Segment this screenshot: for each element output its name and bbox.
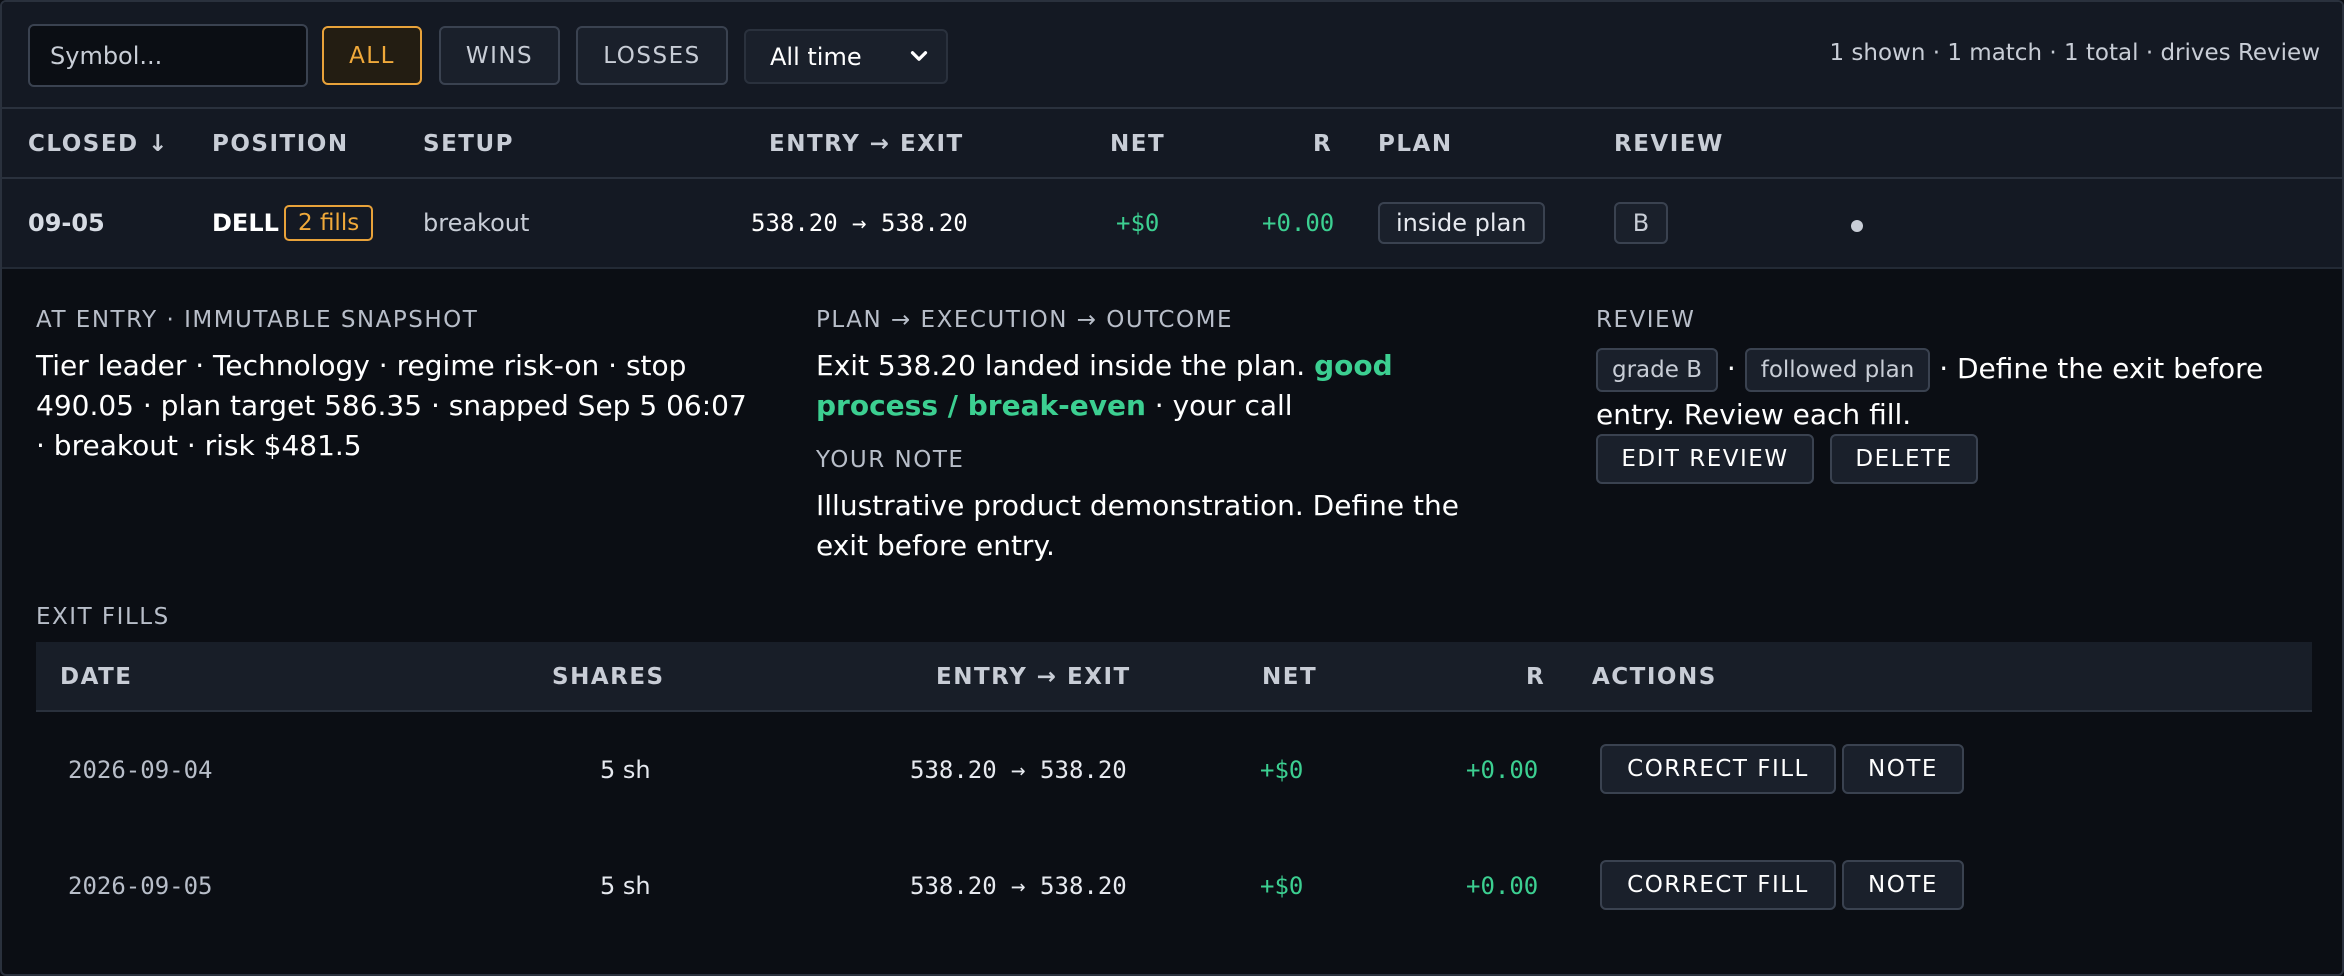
row-indicator-dot: [1851, 220, 1863, 232]
snapshot-text: Tier leader · Technology · regime risk-o…: [36, 349, 747, 462]
column-plan: PLAN: [1378, 131, 1453, 157]
correct-fill-button[interactable]: CORRECT FILL: [1600, 744, 1836, 794]
chevron-down-icon: [910, 51, 928, 61]
note-text: Illustrative product demonstration. Defi…: [816, 489, 1459, 562]
fills-column-r: R: [1526, 664, 1546, 690]
filter-wins-button[interactable]: WINS: [439, 26, 560, 85]
filter-all-button[interactable]: ALL: [322, 26, 422, 85]
fill-note-button[interactable]: NOTE: [1842, 744, 1964, 794]
note-label: YOUR NOTE: [816, 447, 965, 473]
fill-net: +$0: [1260, 756, 1304, 784]
fill-note-button[interactable]: NOTE: [1842, 860, 1964, 910]
fills-column-net: NET: [1262, 664, 1318, 690]
results-status: 1 shown · 1 match · 1 total · drives Rev…: [1829, 40, 2320, 66]
fill-net: +$0: [1260, 872, 1304, 900]
filter-losses-button[interactable]: LOSSES: [576, 26, 728, 85]
fill-row: 2026-09-05 5 sh 538.20 → 538.20 +$0 +0.0…: [36, 828, 2312, 944]
table-row[interactable]: 09-05 DELL 2 fills breakout 538.20 → 538…: [2, 179, 2342, 269]
fill-date: 2026-09-04: [68, 756, 213, 784]
column-net: NET: [1110, 131, 1166, 157]
exit-fills-label: EXIT FILLS: [36, 604, 170, 630]
symbol-search-input[interactable]: [28, 24, 308, 87]
trades-table-header: CLOSED ↓ POSITION SETUP ENTRY → EXIT NET…: [2, 109, 2342, 179]
review-grade-tag: grade B: [1596, 348, 1718, 392]
fill-date: 2026-09-05: [68, 872, 213, 900]
review-text: grade B · followed plan · Define the exi…: [1596, 346, 2296, 438]
time-range-value: All time: [770, 42, 862, 71]
fill-entry-exit: 538.20 → 538.20: [910, 872, 1127, 900]
fill-row: 2026-09-04 5 sh 538.20 → 538.20 +$0 +0.0…: [36, 712, 2312, 828]
trade-net: +$0: [1116, 209, 1160, 237]
fills-column-date: DATE: [60, 664, 133, 690]
column-position: POSITION: [212, 131, 349, 157]
column-r: R: [1313, 131, 1333, 157]
fill-r: +0.00: [1466, 872, 1539, 900]
review-separator: ·: [1726, 352, 1736, 385]
fills-table-header: DATE SHARES ENTRY → EXIT NET R ACTIONS: [36, 642, 2312, 712]
fills-column-shares: SHARES: [552, 664, 665, 690]
time-range-select[interactable]: All time: [744, 29, 948, 84]
review-grade-badge: B: [1614, 202, 1668, 244]
fills-column-actions: ACTIONS: [1592, 664, 1717, 690]
fill-entry-exit: 538.20 → 538.20: [910, 756, 1127, 784]
outcome-prefix: Exit 538.20 landed inside the plan.: [816, 349, 1306, 382]
plan-status-badge: inside plan: [1378, 202, 1545, 244]
outcome-label: PLAN → EXECUTION → OUTCOME: [816, 307, 1233, 333]
fills-count-badge: 2 fills: [284, 205, 374, 241]
fill-r: +0.00: [1466, 756, 1539, 784]
trade-setup: breakout: [423, 209, 530, 237]
column-review: REVIEW: [1614, 131, 1724, 157]
trade-journal-panel: ALL WINS LOSSES All time 1 shown · 1 mat…: [0, 0, 2344, 976]
outcome-text: Exit 538.20 landed inside the plan. good…: [816, 346, 1516, 426]
toolbar: ALL WINS LOSSES All time 1 shown · 1 mat…: [2, 2, 2342, 109]
fill-shares: 5 sh: [600, 872, 651, 900]
snapshot-label: AT ENTRY · IMMUTABLE SNAPSHOT: [36, 307, 479, 333]
trade-r: +0.00: [1262, 209, 1335, 237]
outcome-suffix: · your call: [1154, 389, 1293, 422]
delete-review-button[interactable]: DELETE: [1830, 434, 1978, 484]
review-plan-tag: followed plan: [1744, 348, 1931, 392]
trade-symbol: DELL: [212, 209, 279, 237]
trade-closed-date: 09-05: [28, 209, 105, 237]
fill-shares: 5 sh: [600, 756, 651, 784]
correct-fill-button[interactable]: CORRECT FILL: [1600, 860, 1836, 910]
fills-column-entry-exit: ENTRY → EXIT: [936, 664, 1131, 690]
column-setup: SETUP: [423, 131, 514, 157]
column-closed-sort[interactable]: CLOSED ↓: [28, 131, 169, 157]
review-label: REVIEW: [1596, 307, 1696, 333]
trade-entry-exit: 538.20 → 538.20: [751, 209, 968, 237]
column-entry-exit: ENTRY → EXIT: [769, 131, 964, 157]
edit-review-button[interactable]: EDIT REVIEW: [1596, 434, 1814, 484]
